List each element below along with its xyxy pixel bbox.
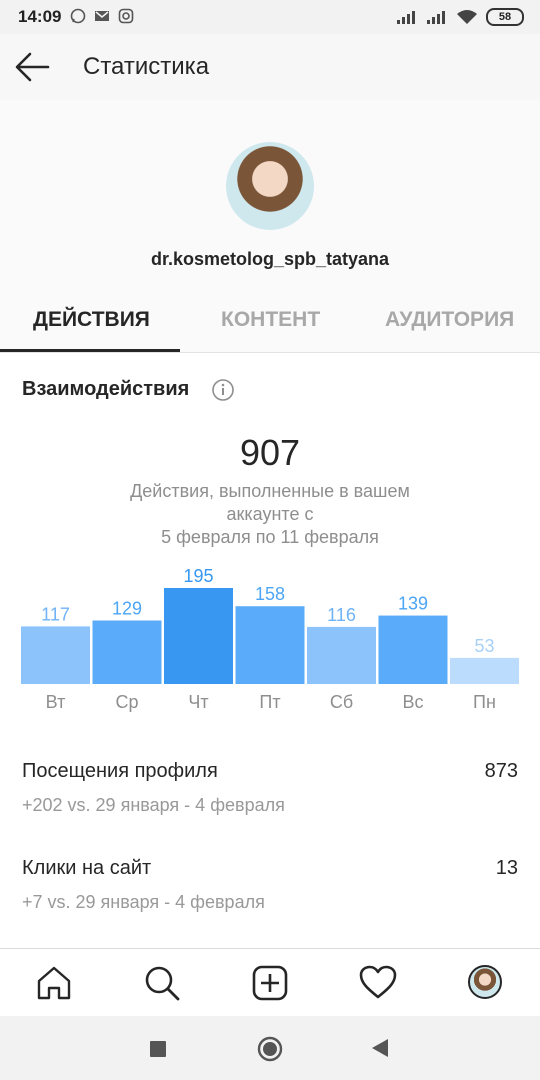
bar-3[interactable] [235, 606, 305, 684]
bar-5[interactable] [378, 615, 448, 684]
day-tick-label: Сб [330, 692, 353, 712]
instagram-icon [118, 8, 134, 24]
stat-label: Посещения профиля [22, 760, 218, 782]
app-header: Статистика [0, 34, 540, 101]
page-title: Статистика [83, 53, 210, 80]
bar-1[interactable] [92, 620, 162, 684]
bar-value-label: 116 [327, 605, 356, 625]
arrow-left-icon [15, 52, 50, 82]
home-circle-icon[interactable] [257, 1036, 283, 1067]
bar-0[interactable] [21, 626, 90, 684]
stats-tabs: ДЕЙСТВИЯ КОНТЕНТ АУДИТОРИЯ [0, 300, 540, 353]
tab-audience[interactable]: АУДИТОРИЯ [385, 308, 514, 332]
add-post-icon[interactable] [250, 963, 290, 1003]
interactions-bar-chart: 117 Вт 129 Ср 195 Чт 158 Пт 116 Сб 139 Вс 53 Пн [21, 566, 519, 712]
stat-value: 873 [484, 760, 518, 782]
profile-avatar [226, 142, 314, 230]
day-tick-label: Пт [259, 692, 280, 712]
caption-line-3: 5 февраля по 11 февраля [161, 527, 379, 547]
day-tick-label: Чт [188, 692, 208, 712]
back-triangle-icon[interactable] [371, 1038, 389, 1063]
caption-line-2: аккаунте с [226, 504, 314, 524]
profile-tab-avatar[interactable] [468, 965, 502, 999]
activity-heart-icon[interactable] [358, 963, 398, 1003]
status-right: 58 [396, 8, 524, 26]
bar-2[interactable] [164, 588, 233, 684]
stat-comparison: +202 vs. 29 января - 4 февраля [22, 795, 285, 815]
recents-icon[interactable] [149, 1040, 167, 1063]
stat-website-clicks[interactable]: Клики на сайт 13 +7 vs. 29 января - 4 фе… [22, 857, 518, 913]
search-icon[interactable] [142, 963, 182, 1003]
interactions-caption: Действия, выполненные в вашем аккаунте с… [90, 480, 450, 549]
status-bar: 14:09 58 [0, 0, 540, 34]
bar-value-label: 158 [255, 584, 285, 604]
day-tick-label: Вт [46, 692, 66, 712]
signal-icon-2 [427, 11, 445, 24]
signal-icon [397, 11, 415, 24]
bar-4[interactable] [307, 626, 376, 684]
tab-actions[interactable]: ДЕЙСТВИЯ [33, 308, 150, 332]
username: dr.kosmetolog_spb_tatyana [150, 249, 390, 269]
bottom-nav [0, 948, 540, 1017]
bar-6[interactable] [450, 657, 519, 684]
active-tab-indicator [0, 349, 180, 352]
stat-comparison: +7 vs. 29 января - 4 февраля [22, 892, 265, 912]
caption-line-1: Действия, выполненные в вашем [130, 481, 410, 501]
profile-block: dr.kosmetolog_spb_tatyana ДЕЙСТВИЯ КОНТЕ… [0, 100, 540, 353]
bar-value-label: 53 [474, 636, 494, 656]
wifi-icon [457, 10, 477, 24]
gmail-icon [94, 8, 110, 24]
day-tick-label: Пн [473, 692, 496, 712]
whatsapp-icon [70, 8, 86, 24]
bar-value-label: 139 [398, 594, 428, 614]
stat-profile-visits[interactable]: Посещения профиля 873 +202 vs. 29 января… [22, 760, 518, 816]
back-button[interactable] [14, 50, 50, 84]
bar-value-label: 117 [41, 604, 70, 624]
interactions-total: 907 [239, 432, 301, 473]
section-title: Взаимодействия [22, 378, 190, 400]
stat-label: Клики на сайт [22, 857, 152, 879]
notification-icons [70, 8, 134, 24]
day-tick-label: Ср [115, 692, 138, 712]
bar-value-label: 129 [112, 598, 142, 618]
info-icon[interactable] [211, 378, 235, 402]
status-time: 14:09 [18, 7, 62, 26]
stat-value: 13 [495, 857, 518, 879]
battery-indicator: 58 [486, 8, 524, 26]
bar-value-label: 195 [183, 566, 213, 586]
android-nav-bar [0, 1016, 540, 1080]
day-tick-label: Вс [402, 692, 423, 712]
tab-content[interactable]: КОНТЕНТ [221, 308, 320, 332]
home-icon[interactable] [34, 963, 74, 1003]
